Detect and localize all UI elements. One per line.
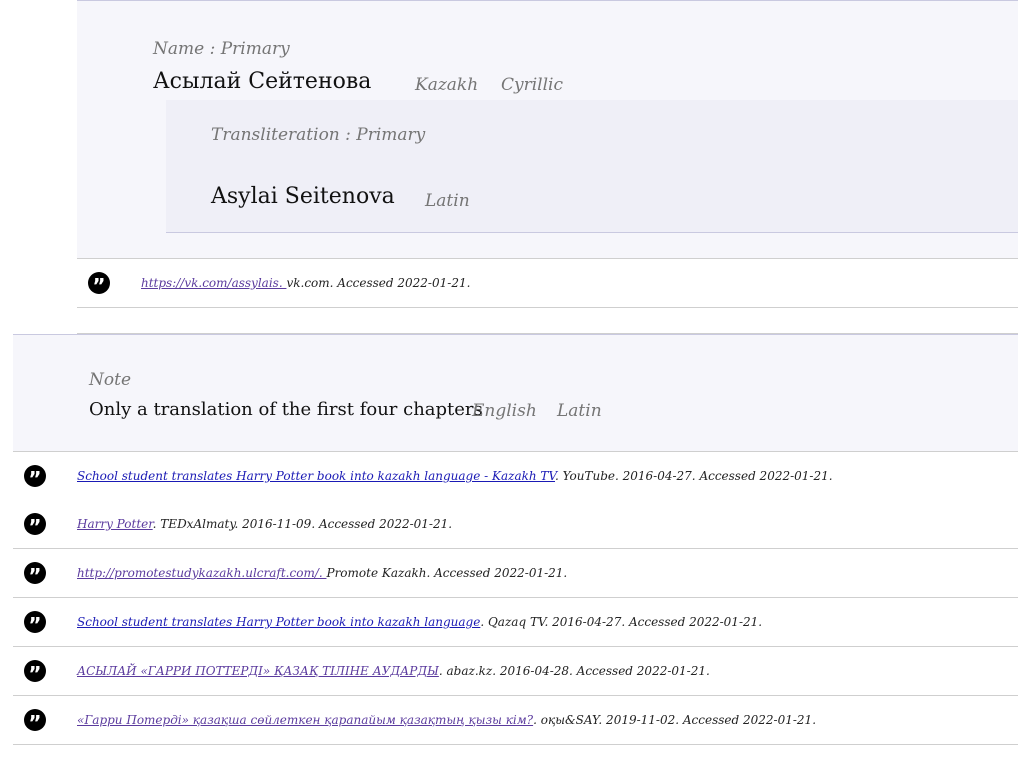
quote-icon: ” xyxy=(24,465,46,491)
divider xyxy=(77,307,1018,334)
quote-icon: ” xyxy=(24,709,46,735)
citation-text: Harry Potter. TEDxAlmaty. 2016-11-09. Ac… xyxy=(77,517,452,531)
note-source-row: ” «Гарри Потерді» қазақша сөйлеткен қара… xyxy=(13,696,1018,745)
citation-text: http://promotestudykazakh.ulcraft.com/. … xyxy=(77,566,567,580)
quote-icon: ” xyxy=(24,611,46,637)
name-language: Kazakh xyxy=(415,75,479,95)
citation-details: . оқы&SAY. 2019-11-02. Accessed 2022-01-… xyxy=(533,713,817,727)
note-source-row: ” http://promotestudykazakh.ulcraft.com/… xyxy=(13,549,1018,598)
note-source-row: ” АСЫЛАЙ «ГАРРИ ПОТТЕРДІ» ҚАЗАҚ ТІЛІНЕ А… xyxy=(13,647,1018,696)
citation-details: . YouTube. 2016-04-27. Accessed 2022-01-… xyxy=(555,469,833,483)
name-source-row: ” https://vk.com/assylais. vk.com. Acces… xyxy=(77,258,1018,308)
quote-icon: ” xyxy=(24,660,46,686)
citation-link[interactable]: School student translates Harry Potter b… xyxy=(77,615,480,629)
note-label: Note xyxy=(89,370,132,390)
citation-details: Promote Kazakh. Accessed 2022-01-21. xyxy=(326,566,568,580)
note-section xyxy=(13,334,1018,451)
name-script: Cyrillic xyxy=(501,75,564,95)
citation-details: . TEDxAlmaty. 2016-11-09. Accessed 2022-… xyxy=(152,517,453,531)
quote-icon: ” xyxy=(24,562,46,588)
quote-icon: ” xyxy=(88,272,110,298)
citation-text: АСЫЛАЙ «ГАРРИ ПОТТЕРДІ» ҚАЗАҚ ТІЛІНЕ АУД… xyxy=(77,664,710,678)
transliteration-section xyxy=(166,100,1018,233)
name-value: Асылай Сейтенова xyxy=(153,69,372,94)
citation-text: https://vk.com/assylais. vk.com. Accesse… xyxy=(141,276,470,290)
citation-link[interactable]: https://vk.com/assylais. xyxy=(141,276,286,290)
note-source-row: ” School student translates Harry Potter… xyxy=(13,598,1018,647)
quote-icon: ” xyxy=(24,513,46,539)
note-script: Latin xyxy=(557,401,602,421)
citation-details: vk.com. Accessed 2022-01-21. xyxy=(286,276,471,290)
citation-link[interactable]: School student translates Harry Potter b… xyxy=(77,469,555,483)
citation-details: . Qazaq TV. 2016-04-27. Accessed 2022-01… xyxy=(480,615,763,629)
citation-link[interactable]: http://promotestudykazakh.ulcraft.com/. xyxy=(77,566,327,580)
note-source-row: ” Harry Potter. TEDxAlmaty. 2016-11-09. … xyxy=(13,500,1018,549)
citation-details: . abaz.kz. 2016-04-28. Accessed 2022-01-… xyxy=(438,664,710,678)
citation-text: School student translates Harry Potter b… xyxy=(77,469,833,483)
citation-link[interactable]: АСЫЛАЙ «ГАРРИ ПОТТЕРДІ» ҚАЗАҚ ТІЛІНЕ АУД… xyxy=(77,664,439,678)
note-language: English xyxy=(472,401,537,421)
note-value: Only a translation of the first four cha… xyxy=(89,399,483,420)
transliteration-label: Transliteration : Primary xyxy=(211,125,426,145)
citation-link[interactable]: Harry Potter xyxy=(77,517,153,531)
note-source-row: ” School student translates Harry Potter… xyxy=(13,451,1018,501)
citation-text: School student translates Harry Potter b… xyxy=(77,615,762,629)
citation-link[interactable]: «Гарри Потерді» қазақша сөйлеткен қарапа… xyxy=(77,713,533,727)
name-label: Name : Primary xyxy=(153,39,290,59)
transliteration-value: Asylai Seitenova xyxy=(211,184,395,209)
transliteration-script: Latin xyxy=(425,191,470,211)
citation-text: «Гарри Потерді» қазақша сөйлеткен қарапа… xyxy=(77,713,816,727)
